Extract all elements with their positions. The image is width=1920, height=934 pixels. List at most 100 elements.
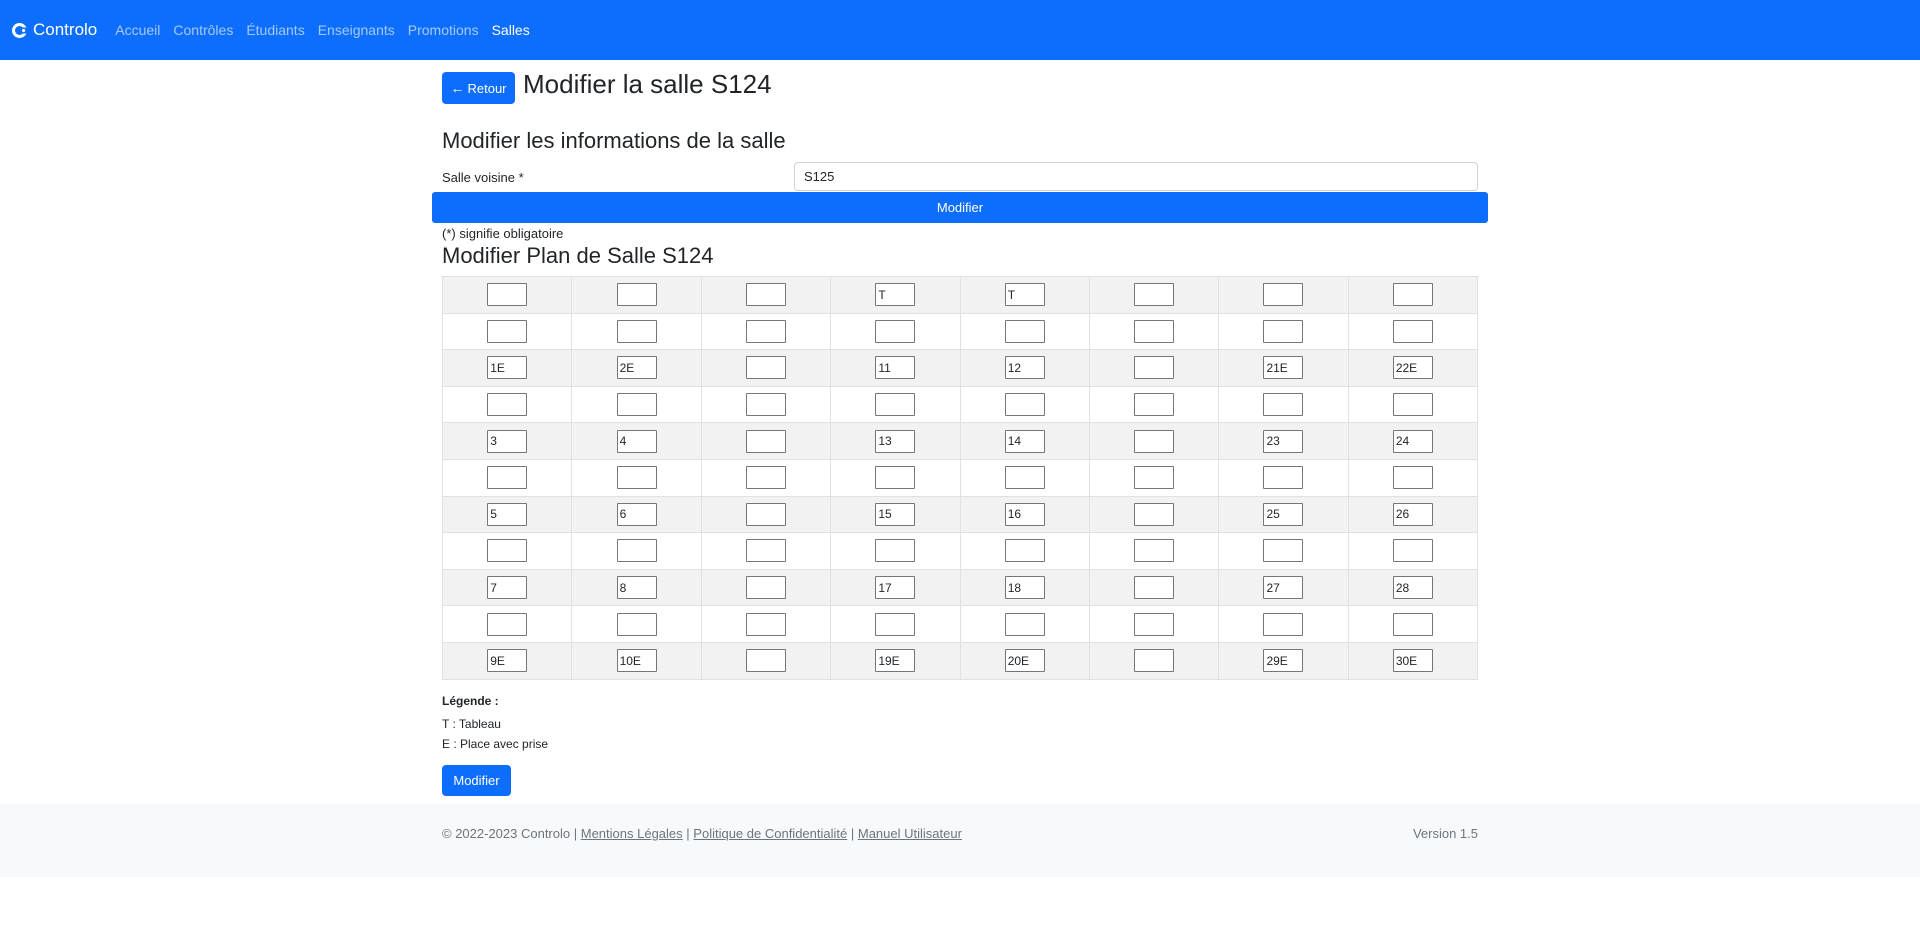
seat-input[interactable] — [616, 612, 657, 636]
seat-input[interactable] — [875, 356, 916, 380]
seat-input[interactable] — [1134, 319, 1175, 343]
seat-input[interactable] — [487, 283, 528, 307]
seat-input[interactable] — [1263, 429, 1304, 453]
seat-input[interactable] — [1392, 319, 1433, 343]
seat-input[interactable] — [745, 283, 786, 307]
seat-input[interactable] — [1004, 429, 1045, 453]
seat-input[interactable] — [487, 319, 528, 343]
seat-input[interactable] — [875, 283, 916, 307]
seat-input[interactable] — [616, 393, 657, 417]
seat-input[interactable] — [616, 539, 657, 563]
seat-input[interactable] — [875, 502, 916, 526]
seat-input[interactable] — [487, 502, 528, 526]
seat-input[interactable] — [1392, 502, 1433, 526]
seat-input[interactable] — [487, 466, 528, 490]
seat-input[interactable] — [616, 356, 657, 380]
seat-input[interactable] — [875, 319, 916, 343]
seat-input[interactable] — [487, 393, 528, 417]
seat-input[interactable] — [616, 319, 657, 343]
seat-input[interactable] — [1392, 539, 1433, 563]
seat-input[interactable] — [1263, 283, 1304, 307]
seat-input[interactable] — [1263, 649, 1304, 673]
seat-input[interactable] — [875, 612, 916, 636]
seat-input[interactable] — [1004, 539, 1045, 563]
seat-input[interactable] — [1134, 356, 1175, 380]
seat-input[interactable] — [1392, 612, 1433, 636]
nav-link-accueil[interactable]: Accueil — [115, 22, 160, 38]
seat-input[interactable] — [1134, 502, 1175, 526]
seat-input[interactable] — [875, 393, 916, 417]
seat-input[interactable] — [1263, 539, 1304, 563]
seat-input[interactable] — [745, 393, 786, 417]
nav-link-etudiants[interactable]: Étudiants — [246, 22, 304, 38]
seat-input[interactable] — [745, 502, 786, 526]
seat-input[interactable] — [745, 576, 786, 600]
seat-input[interactable] — [1134, 576, 1175, 600]
seat-input[interactable] — [1392, 356, 1433, 380]
neighbor-room-input[interactable] — [794, 162, 1478, 191]
seat-input[interactable] — [745, 649, 786, 673]
seat-input[interactable] — [1263, 356, 1304, 380]
seat-input[interactable] — [1004, 612, 1045, 636]
seat-input[interactable] — [1392, 283, 1433, 307]
seat-input[interactable] — [875, 466, 916, 490]
seat-input[interactable] — [1004, 319, 1045, 343]
seat-input[interactable] — [1134, 539, 1175, 563]
seat-input[interactable] — [1004, 649, 1045, 673]
seat-input[interactable] — [487, 539, 528, 563]
seat-input[interactable] — [1004, 576, 1045, 600]
modify-plan-button[interactable]: Modifier — [442, 765, 511, 796]
seat-input[interactable] — [1392, 393, 1433, 417]
seat-input[interactable] — [1392, 576, 1433, 600]
seat-input[interactable] — [1004, 283, 1045, 307]
seat-input[interactable] — [745, 429, 786, 453]
seat-input[interactable] — [875, 429, 916, 453]
nav-link-salles[interactable]: Salles — [492, 22, 530, 38]
seat-input[interactable] — [745, 539, 786, 563]
seat-input[interactable] — [1263, 466, 1304, 490]
seat-input[interactable] — [745, 356, 786, 380]
seat-input[interactable] — [616, 576, 657, 600]
seat-input[interactable] — [616, 649, 657, 673]
seat-input[interactable] — [1263, 393, 1304, 417]
back-button[interactable]: ← Retour — [442, 72, 515, 104]
seat-input[interactable] — [745, 612, 786, 636]
seat-input[interactable] — [875, 576, 916, 600]
nav-link-controles[interactable]: Contrôles — [173, 22, 233, 38]
seat-input[interactable] — [616, 283, 657, 307]
seat-input[interactable] — [1134, 466, 1175, 490]
seat-input[interactable] — [745, 466, 786, 490]
user-manual-link[interactable]: Manuel Utilisateur — [858, 826, 962, 841]
seat-input[interactable] — [1392, 466, 1433, 490]
seat-input[interactable] — [1392, 429, 1433, 453]
seat-input[interactable] — [616, 429, 657, 453]
seat-input[interactable] — [1004, 466, 1045, 490]
seat-input[interactable] — [487, 576, 528, 600]
seat-input[interactable] — [1004, 502, 1045, 526]
seat-input[interactable] — [1134, 612, 1175, 636]
seat-input[interactable] — [616, 466, 657, 490]
nav-link-enseignants[interactable]: Enseignants — [318, 22, 395, 38]
seat-input[interactable] — [616, 502, 657, 526]
seat-input[interactable] — [745, 319, 786, 343]
modify-info-button[interactable]: Modifier — [432, 192, 1488, 223]
seat-input[interactable] — [1134, 649, 1175, 673]
seat-input[interactable] — [1004, 356, 1045, 380]
seat-input[interactable] — [1134, 429, 1175, 453]
seat-input[interactable] — [1134, 393, 1175, 417]
seat-input[interactable] — [875, 539, 916, 563]
seat-input[interactable] — [1263, 576, 1304, 600]
seat-input[interactable] — [1134, 283, 1175, 307]
seat-input[interactable] — [487, 649, 528, 673]
nav-link-promotions[interactable]: Promotions — [408, 22, 479, 38]
privacy-policy-link[interactable]: Politique de Confidentialité — [693, 826, 847, 841]
seat-input[interactable] — [487, 356, 528, 380]
seat-input[interactable] — [1263, 319, 1304, 343]
seat-input[interactable] — [487, 429, 528, 453]
brand-link[interactable]: Controlo — [11, 20, 97, 40]
seat-input[interactable] — [487, 612, 528, 636]
legal-notice-link[interactable]: Mentions Légales — [581, 826, 683, 841]
seat-input[interactable] — [1392, 649, 1433, 673]
seat-input[interactable] — [1263, 502, 1304, 526]
seat-input[interactable] — [1263, 612, 1304, 636]
